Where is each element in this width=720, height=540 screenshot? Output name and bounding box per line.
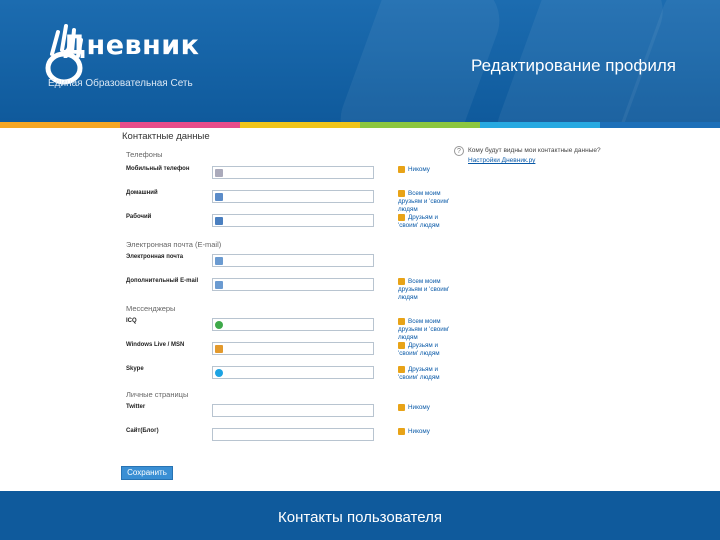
header: Дневник Единая Образовательная Сеть Реда… xyxy=(0,0,720,122)
slide-title: Редактирование профиля xyxy=(471,56,676,75)
visibility-setting[interactable]: Друзьям и 'своим' людям xyxy=(398,214,450,230)
field-label: Рабочий xyxy=(126,214,152,220)
question-icon: ? xyxy=(454,146,464,156)
logo-subtitle: Единая Образовательная Сеть xyxy=(48,78,193,89)
twitter-input[interactable] xyxy=(212,404,374,417)
group-label: Мессенджеры xyxy=(126,304,176,313)
phone-icon xyxy=(215,193,223,201)
lock-icon xyxy=(398,342,405,349)
lock-icon xyxy=(398,214,405,221)
field-label: Twitter xyxy=(126,404,146,410)
field-label: Домашний xyxy=(126,190,158,196)
icq-input[interactable] xyxy=(212,318,374,331)
save-button[interactable]: Сохранить xyxy=(121,466,173,480)
mobile-phone-input[interactable] xyxy=(212,166,374,179)
group-label: Личные страницы xyxy=(126,390,189,399)
lock-icon xyxy=(398,404,405,411)
msn-icon xyxy=(215,345,223,353)
slide: Дневник Единая Образовательная Сеть Реда… xyxy=(0,0,720,540)
color-stripe xyxy=(600,122,720,128)
visibility-setting[interactable]: Друзьям и 'своим' людям xyxy=(398,366,450,382)
lock-icon xyxy=(398,278,405,285)
logo-text: Дневник xyxy=(62,30,200,61)
help-box: ? Кому будут видны мои контактные данные?… xyxy=(454,146,634,165)
field-label: ICQ xyxy=(126,318,137,324)
lock-icon xyxy=(398,366,405,373)
extra-email-input[interactable] xyxy=(212,278,374,291)
field-label: Windows Live / MSN xyxy=(126,342,185,348)
field-row-twitter: Twitter Никому xyxy=(126,404,446,426)
phone-icon xyxy=(215,169,223,177)
field-row-home: Домашний Всем моим друзьям и 'своим' люд… xyxy=(126,190,449,213)
field-label: Дополнительный E-mail xyxy=(126,278,199,284)
mail-icon xyxy=(215,281,223,289)
visibility-setting[interactable]: Никому xyxy=(398,428,450,436)
field-row-extra-email: Дополнительный E-mail Всем моим друзьям … xyxy=(126,278,449,301)
visibility-setting[interactable]: Никому xyxy=(398,404,450,412)
help-question: Кому будут видны мои контактные данные? xyxy=(468,147,601,154)
section-title: Контактные данные xyxy=(122,131,210,142)
group-label: Телефоны xyxy=(126,150,163,159)
visibility-setting[interactable]: Всем моим друзьям и 'своим' людям xyxy=(398,318,450,342)
lock-icon xyxy=(398,166,405,173)
field-row-msn: Windows Live / MSN Друзьям и 'своим' люд… xyxy=(126,342,446,364)
field-row-work: Рабочий Друзьям и 'своим' людям xyxy=(126,214,446,236)
email-input[interactable] xyxy=(212,254,374,267)
field-row-mobile: Мобильный телефон Никому xyxy=(126,166,446,188)
phone-icon xyxy=(215,217,223,225)
lock-icon xyxy=(398,190,405,197)
group-label: Электронная почта (E-mail) xyxy=(126,240,222,249)
visibility-setting[interactable]: Никому xyxy=(398,166,450,174)
visibility-setting[interactable]: Всем моим друзьям и 'своим' людям xyxy=(398,278,450,302)
field-label: Мобильный телефон xyxy=(126,166,190,172)
field-row-skype: Skype Друзьям и 'своим' людям xyxy=(126,366,446,388)
contact-form: Контактные данные Телефоны Мобильный тел… xyxy=(120,128,449,458)
skype-input[interactable] xyxy=(212,366,374,379)
color-stripe xyxy=(480,122,600,128)
skype-icon xyxy=(215,369,223,377)
field-row-site: Сайт(Блог) Никому xyxy=(126,428,446,450)
icq-icon xyxy=(215,321,223,329)
mail-icon xyxy=(215,257,223,265)
field-row-email: Электронная почта xyxy=(126,254,446,276)
lock-icon xyxy=(398,318,405,325)
lock-icon xyxy=(398,428,405,435)
home-phone-input[interactable] xyxy=(212,190,374,203)
work-phone-input[interactable] xyxy=(212,214,374,227)
site-input[interactable] xyxy=(212,428,374,441)
footer-caption: Контакты пользователя xyxy=(278,509,442,526)
visibility-setting[interactable]: Всем моим друзьям и 'своим' людям xyxy=(398,190,450,214)
msn-input[interactable] xyxy=(212,342,374,355)
field-label: Skype xyxy=(126,366,144,372)
color-stripe xyxy=(0,122,120,128)
field-label: Сайт(Блог) xyxy=(126,428,159,434)
help-link[interactable]: Настройки Дневник.ру xyxy=(468,157,535,164)
field-row-icq: ICQ Всем моим друзьям и 'своим' людям xyxy=(126,318,449,341)
field-label: Электронная почта xyxy=(126,254,184,260)
visibility-setting[interactable]: Друзьям и 'своим' людям xyxy=(398,342,450,358)
